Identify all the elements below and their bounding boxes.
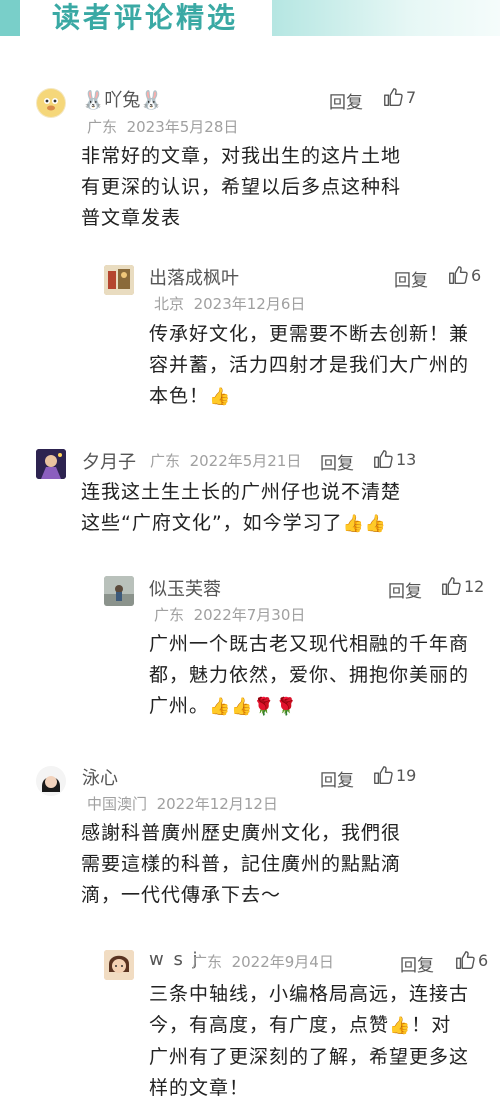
like-count: 7 [406, 87, 417, 107]
avatar[interactable] [36, 88, 66, 118]
comment-text: 传承好文化，更需要不断去创新！兼 容并蓄，活力四射才是我们大广州的 本色！👍 [149, 319, 469, 413]
reply-button[interactable]: 回复 [388, 577, 422, 602]
comment-line: 非常好的文章，对我出生的这片土地 [81, 145, 402, 167]
comment-text: 三条中轴线，小编格局高远，连接古 今，有高度，有广度，点赞👍！对 广州有了更深刻… [149, 979, 469, 1104]
like-button[interactable]: 6 [447, 264, 481, 286]
comment-meta: 广东 2022年7月30日 [154, 604, 305, 625]
comment-date: 2022年12月12日 [156, 795, 278, 813]
comment-date: 2022年5月21日 [189, 452, 302, 470]
reply-button[interactable]: 回复 [320, 449, 354, 474]
comment-line: 今，有高度，有广度，点赞👍！对 [149, 1010, 469, 1042]
comment-line: 容并蓄，活力四射才是我们大广州的 [149, 354, 470, 376]
comment-author[interactable]: 似玉芙蓉 [149, 575, 221, 601]
thumbs-up-icon [384, 88, 403, 106]
like-count: 6 [478, 950, 489, 970]
section-title: 读者评论精选 [52, 1, 239, 34]
comment-line: 三条中轴线，小编格局高远，连接古 [149, 983, 470, 1005]
comment-line-tail: ！对 [411, 1014, 452, 1036]
comment-line: 广州。👍👍🌹🌹 [149, 691, 469, 723]
comment-line: 需要這樣的科普，記住廣州的點點滴 [81, 853, 402, 875]
comment-line: 都，魅力依然，爱你、拥抱你美丽的 [149, 664, 470, 686]
comment-text: 广州一个既古老又现代相融的千年商 都，魅力依然，爱你、拥抱你美丽的 广州。👍👍🌹… [149, 629, 469, 723]
comment-line: 广州有了更深刻的了解，希望更多这 [149, 1046, 470, 1068]
section-header: 读者评论精选 [0, 0, 500, 40]
thumbs-up-icon [374, 766, 393, 784]
comment-line: 传承好文化，更需要不断去创新！兼 [149, 323, 470, 345]
comment-line-text: 今，有高度，有广度，点赞 [149, 1014, 390, 1036]
comment-date: 2022年7月30日 [193, 606, 306, 624]
comment-author[interactable]: 🐰吖兔🐰 [82, 86, 163, 112]
like-button[interactable]: 12 [440, 575, 484, 597]
thumbs-and-roses-emoji: 👍👍🌹🌹 [209, 697, 298, 717]
thumbs-up-icon [456, 951, 475, 969]
comment-meta: 广东 2023年5月28日 [87, 116, 238, 137]
thumbs-up-icon [442, 577, 461, 595]
reply-button[interactable]: 回复 [400, 951, 434, 976]
comment-line: 普文章发表 [81, 207, 182, 229]
reply-button[interactable]: 回复 [320, 766, 354, 791]
comment-line: 滴，一代代傳承下去～ [81, 884, 282, 906]
header-accent-left [0, 0, 20, 36]
comment-location: 广东 [192, 953, 223, 971]
comment-meta: 广东 2022年9月4日 [192, 951, 334, 972]
comment-date: 2023年5月28日 [126, 118, 239, 136]
comment-line-text: 广州。 [149, 695, 210, 717]
comment-meta: 中国澳门 2022年12月12日 [87, 793, 278, 814]
avatar[interactable] [36, 766, 66, 796]
comment-location: 广东 [150, 452, 181, 470]
comment-author[interactable]: 泳心 [82, 764, 118, 790]
like-button[interactable]: 7 [382, 86, 416, 108]
like-count: 13 [396, 449, 417, 469]
comment-location: 中国澳门 [87, 795, 148, 813]
comment-line: 本色！👍 [149, 381, 469, 413]
comment-author[interactable]: 出落成枫叶 [149, 264, 239, 290]
comment-line-text: 这些“广府文化”，如今学习了 [81, 512, 343, 534]
comment-line-text: 本色！ [149, 385, 210, 407]
like-count: 19 [396, 765, 417, 785]
comment-text: 感謝科普廣州歷史廣州文化，我們很 需要這樣的科普，記住廣州的點點滴 滴，一代代傳… [81, 818, 401, 911]
avatar[interactable] [104, 950, 134, 980]
comment-location: 北京 [154, 295, 185, 313]
comment-line: 有更深的认识，希望以后多点这种科 [81, 176, 402, 198]
thumbs-up-emoji: 👍 [389, 1016, 412, 1036]
comment-location: 广东 [87, 118, 118, 136]
thumbs-up-icon [449, 266, 468, 284]
like-button[interactable]: 19 [372, 764, 416, 786]
comment-line: 连我这土生土长的广州仔也说不清楚 [81, 481, 402, 503]
comment-line: 感謝科普廣州歷史廣州文化，我們很 [81, 822, 402, 844]
avatar[interactable] [36, 449, 66, 479]
comment-line: 这些“广府文化”，如今学习了👍👍 [81, 508, 401, 540]
reply-button[interactable]: 回复 [329, 88, 363, 113]
like-count: 6 [471, 265, 482, 285]
avatar[interactable] [104, 265, 134, 295]
comment-line: 样的文章！ [149, 1077, 250, 1099]
comment-text: 连我这土生土长的广州仔也说不清楚 这些“广府文化”，如今学习了👍👍 [81, 477, 401, 540]
comment-date: 2023年12月6日 [193, 295, 306, 313]
thumbs-up-emoji: 👍 [209, 387, 232, 407]
reply-button[interactable]: 回复 [394, 266, 428, 291]
comment-text: 非常好的文章，对我出生的这片土地 有更深的认识，希望以后多点这种科 普文章发表 [81, 141, 401, 234]
like-button[interactable]: 13 [372, 448, 416, 470]
thumbs-up-icon [374, 450, 393, 468]
thumbs-up-emoji: 👍👍 [342, 514, 388, 534]
avatar[interactable] [104, 576, 134, 606]
comment-meta: 广东 2022年5月21日 [150, 450, 301, 471]
comment-line: 广州一个既古老又现代相融的千年商 [149, 633, 470, 655]
comment-meta: 北京 2023年12月6日 [154, 293, 305, 314]
like-count: 12 [464, 576, 485, 596]
header-accent-right [272, 0, 500, 36]
comment-location: 广东 [154, 606, 185, 624]
like-button[interactable]: 6 [454, 949, 488, 971]
comment-date: 2022年9月4日 [231, 953, 334, 971]
comment-author[interactable]: 夕月子 [82, 448, 136, 474]
